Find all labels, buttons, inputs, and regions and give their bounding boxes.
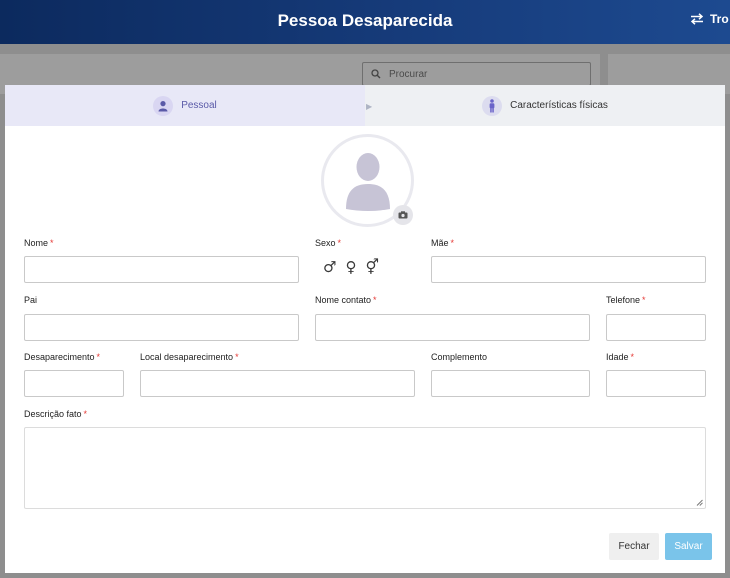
avatar-upload[interactable]	[321, 134, 414, 227]
required-marker: *	[50, 238, 54, 248]
tab-caracteristicas-label: Características físicas	[510, 100, 608, 111]
tab-pessoal-label: Pessoal	[181, 100, 217, 111]
tab-bar: Pessoal Características físicas ▶	[5, 85, 725, 126]
required-marker: *	[337, 238, 342, 248]
required-marker: *	[630, 352, 635, 362]
descricao-fato-label: Descrição fato *	[24, 409, 88, 419]
female-icon[interactable]: ♀	[345, 258, 356, 276]
sexo-label: Sexo *	[315, 238, 342, 248]
idade-label: Idade *	[606, 352, 635, 362]
descricao-fato-textarea[interactable]	[24, 427, 706, 509]
local-desaparecimento-input[interactable]	[140, 370, 415, 397]
background-search-placeholder: Procurar	[389, 68, 428, 80]
camera-icon	[398, 211, 408, 219]
sexo-options: ♂ ♀ ⚥	[323, 258, 379, 276]
person-standing-icon	[482, 95, 503, 116]
swap-icon	[690, 13, 704, 25]
male-icon[interactable]: ♂	[323, 258, 336, 276]
app-bar: Pessoa Desaparecida Tro	[0, 0, 730, 44]
nome-input[interactable]	[24, 256, 299, 283]
required-marker: *	[235, 352, 239, 362]
search-icon	[371, 69, 381, 79]
switch-label: Tro	[710, 12, 729, 26]
pai-input[interactable]	[24, 314, 299, 341]
telefone-input[interactable]	[606, 314, 706, 341]
idade-input[interactable]	[606, 370, 706, 397]
nome-contato-input[interactable]	[315, 314, 590, 341]
required-marker: *	[373, 295, 377, 305]
telefone-label: Telefone *	[606, 295, 646, 305]
tab-caracteristicas-fisicas[interactable]: Características físicas	[365, 85, 725, 126]
missing-person-dialog: Pessoal Características físicas ▶ Nome *…	[5, 85, 725, 573]
background-search: Procurar	[362, 62, 591, 86]
required-marker: *	[642, 295, 646, 305]
tab-pessoal[interactable]: Pessoal	[5, 85, 365, 126]
complemento-label: Complemento	[431, 352, 488, 362]
nome-label: Nome *	[24, 238, 54, 248]
save-button[interactable]: Salvar	[665, 533, 712, 560]
desaparecimento-input[interactable]	[24, 370, 124, 397]
user-icon	[153, 95, 174, 116]
nome-contato-label: Nome contato *	[315, 295, 377, 305]
pai-label: Pai	[24, 295, 38, 305]
other-gender-icon[interactable]: ⚥	[365, 258, 379, 276]
page-title: Pessoa Desaparecida	[277, 11, 453, 30]
required-marker: *	[96, 352, 101, 362]
camera-button[interactable]	[393, 205, 413, 225]
resize-grip-icon[interactable]	[696, 499, 703, 506]
complemento-input[interactable]	[431, 370, 590, 397]
chevron-right-icon: ▶	[366, 102, 373, 111]
user-placeholder-icon	[345, 152, 390, 211]
mae-input[interactable]	[431, 256, 706, 283]
required-marker: *	[83, 409, 88, 419]
local-desaparecimento-label: Local desaparecimento *	[140, 352, 239, 362]
mae-label: Mãe *	[431, 238, 455, 248]
required-marker: *	[450, 238, 455, 248]
desaparecimento-label: Desaparecimento *	[24, 352, 101, 362]
switch-button[interactable]: Tro	[690, 12, 729, 26]
close-button[interactable]: Fechar	[609, 533, 659, 560]
